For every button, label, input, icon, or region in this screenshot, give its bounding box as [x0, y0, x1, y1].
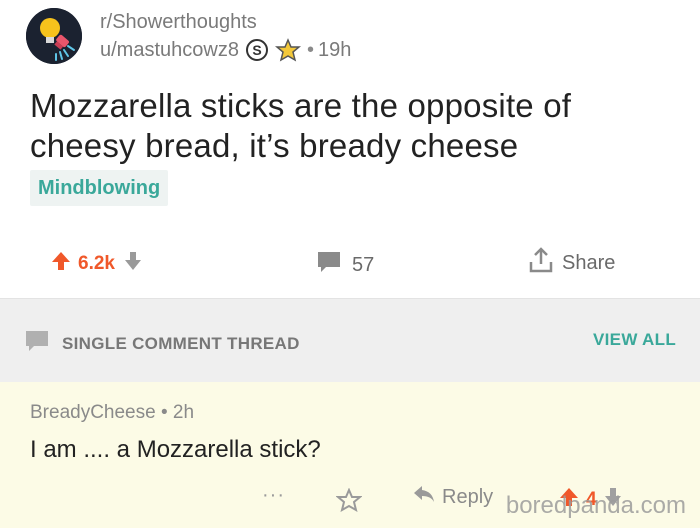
more-options-icon[interactable]: ···: [262, 484, 285, 507]
post-age: 19h: [317, 38, 352, 61]
username-link[interactable]: u/mastuhcowz8: [100, 39, 239, 62]
thread-label: SINGLE COMMENT THREAD: [24, 329, 300, 358]
separator-dot: •: [306, 38, 314, 61]
comment-actions: ··· Reply 4 boredpanda.com: [0, 482, 700, 522]
downvote-arrow-icon[interactable]: [123, 250, 143, 277]
comment-age: 2h: [172, 402, 195, 423]
svg-text:S: S: [252, 42, 261, 58]
subreddit-icon[interactable]: [26, 8, 82, 64]
post-meta: r/Showerthoughts u/mastuhcowz8 S • 19h: [100, 10, 351, 62]
subreddit-link[interactable]: r/Showerthoughts: [100, 10, 351, 34]
post-flair[interactable]: Mindblowing: [30, 170, 169, 206]
post-actions: 6.2k 57 Share: [0, 240, 700, 286]
post-title[interactable]: Mozzarella sticks are the opposite of ch…: [30, 86, 680, 166]
author-line: u/mastuhcowz8 S • 19h: [100, 38, 351, 62]
comment-author[interactable]: BreadyCheese: [30, 402, 156, 423]
comment-body: I am .... a Mozzarella stick?: [30, 436, 321, 463]
share-label: Share: [562, 251, 616, 274]
reply-arrow-icon: [412, 484, 436, 510]
thread-label-text: SINGLE COMMENT THREAD: [62, 333, 300, 353]
star-badge-icon: [274, 38, 301, 62]
separator-dot: •: [160, 402, 168, 423]
vote-controls: 6.2k: [50, 250, 143, 277]
share-button[interactable]: Share: [528, 246, 615, 280]
thread-bubble-icon: [24, 329, 50, 358]
save-star-icon[interactable]: [335, 487, 363, 517]
post-vote-count: 6.2k: [78, 252, 115, 274]
upvote-arrow-icon[interactable]: [50, 250, 72, 277]
share-icon: [528, 246, 554, 280]
comment-bubble-icon: [316, 250, 342, 280]
reply-button[interactable]: Reply: [412, 484, 493, 510]
comment-meta: BreadyCheese • 2h: [30, 402, 194, 424]
s-badge-icon: S: [245, 38, 269, 62]
comments-button[interactable]: 57: [316, 250, 374, 280]
comment-count: 57: [352, 253, 375, 276]
view-all-link[interactable]: VIEW ALL: [593, 330, 676, 350]
reply-label: Reply: [442, 485, 494, 508]
comment-card: BreadyCheese • 2h I am .... a Mozzarella…: [0, 382, 700, 528]
watermark-text: boredpanda.com: [505, 492, 686, 519]
single-thread-bar: SINGLE COMMENT THREAD VIEW ALL: [0, 298, 700, 382]
post-card: r/Showerthoughts u/mastuhcowz8 S • 19h M…: [0, 0, 700, 298]
